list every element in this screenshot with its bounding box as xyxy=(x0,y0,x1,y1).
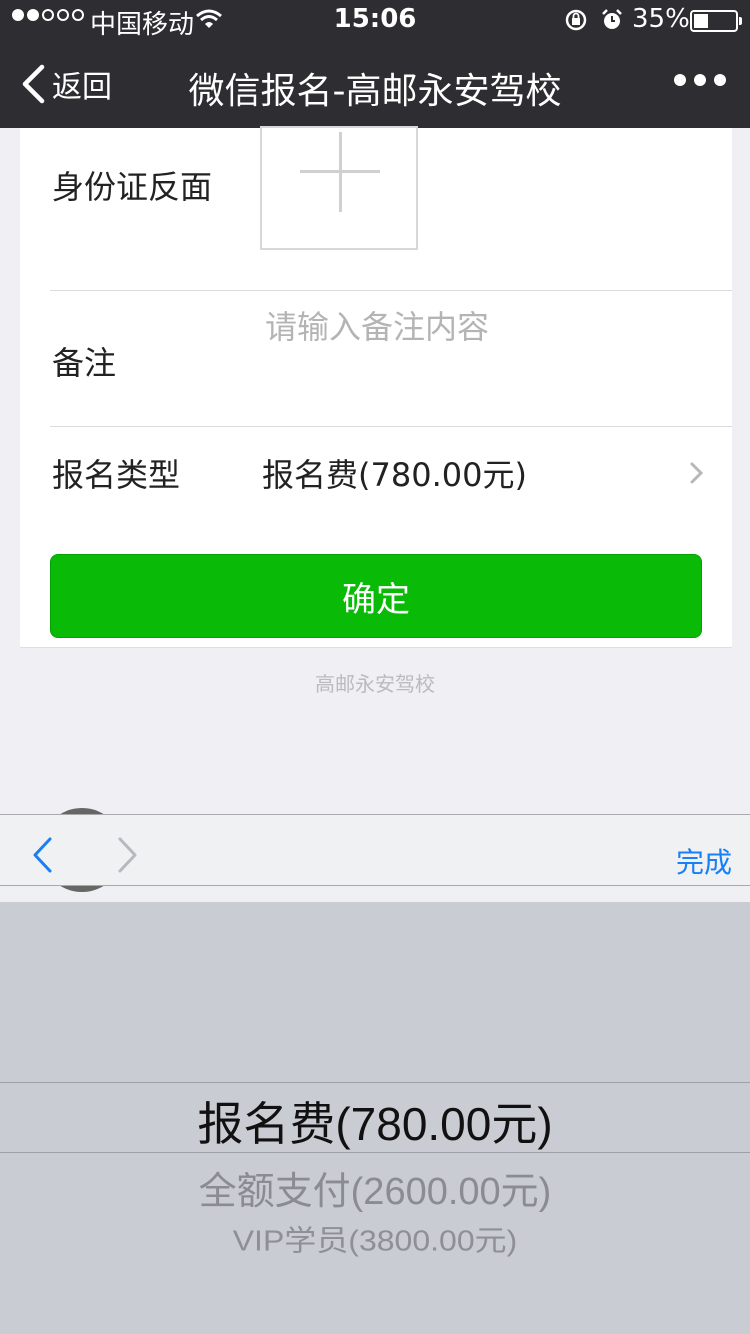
battery-percentage: 35% xyxy=(632,4,690,34)
note-label: 备注 xyxy=(52,344,117,382)
next-field-button[interactable] xyxy=(114,835,140,875)
done-button[interactable]: 完成 xyxy=(676,841,732,881)
divider xyxy=(50,426,732,427)
rotation-lock-icon xyxy=(565,9,587,31)
registration-type-picker[interactable]: 报名费(780.00元) 全额支付(2600.00元) VIP学员(3800.0… xyxy=(0,902,750,1334)
picker-option[interactable]: 全额支付(2600.00元) xyxy=(0,1160,750,1215)
nav-bar: 返回 微信报名-高邮永安驾校 xyxy=(0,40,750,128)
picker-option[interactable]: VIP学员(3800.00元) xyxy=(0,1218,750,1259)
picker-option[interactable]: 报名费(780.00元) xyxy=(0,1088,750,1154)
note-input[interactable] xyxy=(265,308,705,346)
registration-form: 身份证反面 备注 报名类型 报名费(780.00元) 确定 xyxy=(20,126,732,648)
footer-text: 高邮永安驾校 xyxy=(315,672,435,696)
id-back-label: 身份证反面 xyxy=(52,168,213,206)
keyboard-toolbar: 完成 xyxy=(0,814,750,886)
registration-type-select[interactable]: 报名费(780.00元) xyxy=(262,450,527,496)
confirm-button[interactable]: 确定 xyxy=(50,554,702,638)
previous-field-button[interactable] xyxy=(30,835,56,875)
chevron-right-icon xyxy=(690,462,704,484)
more-dots-icon xyxy=(674,74,686,86)
picker-selection-line xyxy=(0,1082,750,1083)
alarm-icon xyxy=(602,9,622,29)
id-back-upload-button[interactable] xyxy=(260,126,418,250)
page-title: 微信报名-高邮永安驾校 xyxy=(188,71,562,112)
status-bar: 中国移动 15:06 35% xyxy=(0,0,750,40)
more-options-button[interactable] xyxy=(674,74,726,86)
divider xyxy=(50,290,732,291)
registration-type-label: 报名类型 xyxy=(52,456,181,494)
battery-icon xyxy=(690,10,742,32)
